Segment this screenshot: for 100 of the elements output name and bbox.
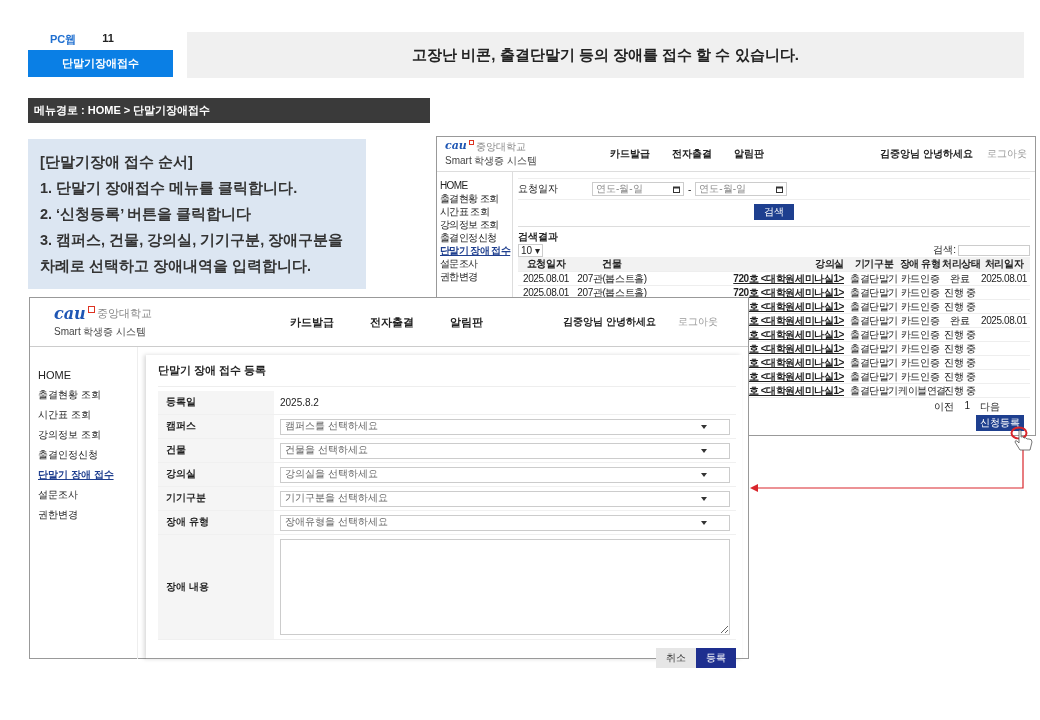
sidebar-item[interactable]: 출결현황 조회 <box>38 389 137 401</box>
table-cell: 출결단말기 <box>850 342 898 354</box>
caret-down-icon <box>701 448 707 453</box>
logo-flag-icon <box>87 305 95 313</box>
sidebar-item[interactable]: 설문조사 <box>38 489 137 501</box>
field-value: 2025.8.2 <box>280 397 319 408</box>
instruction-step: 1. 단말기 장애접수 메뉴를 클릭합니다. <box>40 175 354 201</box>
university-name: 중앙대학교 <box>475 140 526 154</box>
nav-link[interactable]: 카드발급 <box>290 314 334 330</box>
calendar-icon <box>776 185 784 193</box>
date-to-field[interactable]: 연도-월-일 <box>695 182 788 196</box>
table-cell: 진행 중 <box>944 370 976 382</box>
sidebar-item[interactable]: 권한변경 <box>440 271 512 283</box>
prev-page-link[interactable]: 이전 <box>934 400 955 414</box>
room-link[interactable]: 720호 <대학원세미나실1> <box>733 286 844 298</box>
table-cell: 진행 중 <box>944 300 976 312</box>
results-title: 검색결과 <box>518 230 559 243</box>
nav-link[interactable]: 전자출결 <box>672 147 712 161</box>
register-button[interactable]: 신청등록 <box>976 415 1024 431</box>
sidebar-item[interactable]: HOME <box>440 180 512 192</box>
sidebar-item[interactable]: 단말기 장애 접수 <box>440 245 512 257</box>
field-label: 기기구분 <box>158 487 274 510</box>
description-textarea[interactable] <box>280 539 730 635</box>
greeting-text: 김중앙님 안녕하세요 <box>880 147 973 161</box>
field-label: 건물 <box>158 439 274 462</box>
room-link[interactable]: 호 <대학원세미나실1> <box>748 356 844 368</box>
calendar-icon <box>673 185 680 193</box>
table-cell: 출결단말기 <box>850 328 898 340</box>
field-label: 장애 유형 <box>158 511 274 534</box>
greeting-text: 김중앙님 안녕하세요 <box>563 315 656 329</box>
cancel-button[interactable]: 취소 <box>656 648 696 668</box>
caret-down-icon <box>701 472 707 477</box>
column-header[interactable]: 처리상태 <box>942 257 978 271</box>
instruction-title: [단말기장애 접수 순서] <box>40 153 194 172</box>
room-link[interactable]: 호 <대학원세미나실1> <box>748 342 844 354</box>
sidebar-item[interactable]: HOME <box>38 369 137 381</box>
table-cell: 2025.08.01 <box>980 315 1028 326</box>
table-cell: 카드인증 <box>900 300 940 312</box>
column-header[interactable]: 요청일자 <box>518 257 574 271</box>
sidebar-item[interactable]: 강의정보 조회 <box>38 429 137 441</box>
room-link[interactable]: 720호 <대학원세미나실1> <box>733 272 844 284</box>
sidebar-item[interactable]: 단말기 장애 접수 <box>38 469 137 481</box>
sidebar-item[interactable]: 권한변경 <box>38 509 137 521</box>
logo-mark: cau <box>445 140 467 152</box>
submit-button[interactable]: 등록 <box>696 648 736 668</box>
nav-link[interactable]: 알림판 <box>734 147 764 161</box>
form-title: 단말기 장애 접수 등록 <box>158 355 736 387</box>
table-cell: 카드인증 <box>900 356 940 368</box>
sidebar-item[interactable]: 설문조사 <box>440 258 512 270</box>
field-label: 등록일 <box>158 391 274 414</box>
table-cell: 진행 중 <box>944 328 976 340</box>
search-label: 검색: <box>933 243 956 257</box>
search-button[interactable]: 검색 <box>754 204 794 220</box>
menu-path-bar: 메뉴경로 : HOME > 단말기장애접수 <box>28 98 430 123</box>
logo-flag-icon <box>468 140 474 145</box>
room-link[interactable]: 호 <대학원세미나실1> <box>748 300 844 312</box>
table-cell: 카드인증 <box>900 342 940 354</box>
filter-label: 요청일자 <box>518 182 559 196</box>
field-label: 캠퍼스 <box>158 415 274 438</box>
room-link[interactable]: 호 <대학원세미나실1> <box>748 328 844 340</box>
table-cell: 2025.08.01 <box>980 273 1028 284</box>
sidebar-item[interactable]: 출결현황 조회 <box>440 193 512 205</box>
select-field[interactable]: 기기구분을 선택하세요 <box>280 490 730 507</box>
page-size-select[interactable]: 10 ▾ <box>518 243 543 257</box>
table-cell: 카드인증 <box>900 314 940 326</box>
search-field[interactable] <box>958 244 1030 256</box>
column-header[interactable]: 건물 <box>574 257 650 271</box>
select-field[interactable]: 건물을 선택하세요 <box>280 442 730 459</box>
room-link[interactable]: 호 <대학원세미나실1> <box>748 384 844 396</box>
platform-label: PC웹 <box>50 32 77 47</box>
column-header[interactable]: 기기구분 <box>850 257 898 271</box>
page-link[interactable]: 1 <box>964 400 970 414</box>
table-cell: 출결단말기 <box>850 272 898 284</box>
nav-link[interactable]: 카드발급 <box>610 147 650 161</box>
sidebar-item[interactable]: 시간표 조회 <box>440 206 512 218</box>
table-cell: 출결단말기 <box>850 300 898 312</box>
room-link[interactable]: 호 <대학원세미나실1> <box>748 370 844 382</box>
next-page-link[interactable]: 다음 <box>980 400 1000 414</box>
nav-link[interactable]: 전자출결 <box>370 314 414 330</box>
field-label: 장애 내용 <box>158 535 274 639</box>
table-cell: 2025.08.01 <box>522 273 570 284</box>
table-cell: 2025.08.01 <box>522 287 570 298</box>
table-cell: 207관(봅스트홀) <box>577 286 647 298</box>
column-header[interactable]: 강의실 <box>650 257 850 271</box>
column-header[interactable]: 장애 유형 <box>898 257 942 271</box>
nav-link[interactable]: 알림판 <box>450 314 483 330</box>
sidebar-item[interactable]: 강의정보 조회 <box>440 219 512 231</box>
table-cell: 케이블연결 <box>898 384 946 396</box>
select-field[interactable]: 강의실을 선택하세요 <box>280 466 730 483</box>
select-field[interactable]: 장애유형을 선택하세요 <box>280 514 730 531</box>
select-field[interactable]: 캠퍼스를 선택하세요 <box>280 418 730 435</box>
date-from-field[interactable]: 연도-월-일 <box>592 182 684 196</box>
table-cell: 출결단말기 <box>850 314 898 326</box>
table-cell: 출결단말기 <box>850 286 898 298</box>
room-link[interactable]: 호 <대학원세미나실1> <box>748 314 844 326</box>
caret-down-icon <box>701 424 707 429</box>
sidebar-item[interactable]: 출결인정신청 <box>38 449 137 461</box>
table-cell: 출결단말기 <box>850 370 898 382</box>
sidebar-item[interactable]: 시간표 조회 <box>38 409 137 421</box>
sidebar-item[interactable]: 출결인정신청 <box>440 232 512 244</box>
